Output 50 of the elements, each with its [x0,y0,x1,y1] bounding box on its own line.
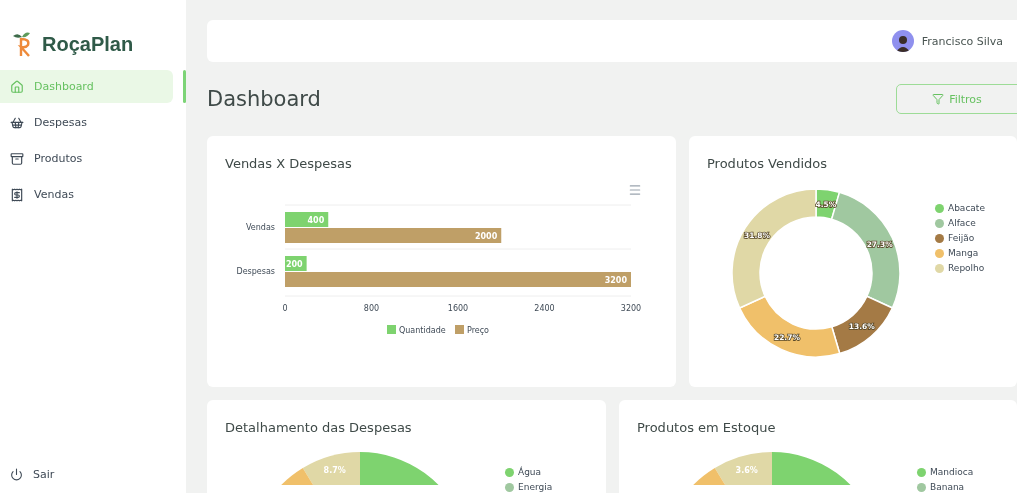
axis-label: Vendas [246,223,275,232]
archive-icon [10,151,24,166]
tick-label: 0 [282,304,288,313]
legend-label: Quantidade [399,326,446,335]
axis-label: Despesas [236,267,275,276]
tick-label: 2400 [534,304,555,313]
active-indicator [183,70,186,103]
bar: 200 [285,256,307,271]
legend-item[interactable]: Feijão [935,233,985,243]
receipt-icon [10,187,24,202]
bar: 3200 [285,272,631,287]
card-title: Produtos em Estoque [637,420,777,435]
tick-label: 800 [363,304,380,313]
card-title: Detalhamento das Despesas [225,420,413,435]
user-name: Francisco Silva [921,34,1003,48]
menu-icon[interactable] [629,185,641,195]
legend-item[interactable]: Repolho [935,263,985,273]
card-title: Vendas X Despesas [225,156,353,171]
data-label: 200 [285,260,304,269]
legend-item[interactable]: Abacate [935,203,985,213]
data-label: 400 [307,216,325,225]
page-title: Dashboard [207,87,321,111]
tick-label: 1600 [447,304,469,313]
legend-item[interactable]: Preço [455,325,489,335]
legend-item[interactable]: Mandioca [917,467,974,477]
avatar [891,30,914,52]
legend-item[interactable]: Água [505,467,553,477]
bar: 2000 [285,228,502,243]
legend-item[interactable]: Banana [917,482,974,492]
nav-item[interactable]: Vendas [0,178,173,211]
basket-icon [10,115,24,130]
legend-item[interactable]: Quantidade [387,325,446,335]
logout-link[interactable]: Sair [0,468,186,481]
card-title: Produtos Vendidos [707,156,829,171]
logo-text: RoçaPlan [42,32,134,56]
data-label: 2000 [474,232,498,241]
legend-item[interactable]: Manga [935,248,985,258]
legend-label: Preço [467,326,490,335]
nav-item[interactable]: Produtos [0,142,173,175]
tick-label: 3200 [620,304,642,313]
power-icon [10,468,23,481]
filter-icon [932,93,945,105]
legend-item[interactable]: Energia [505,482,553,492]
slice-label: 8.7% [323,466,346,476]
house-icon [10,79,24,94]
nav-item[interactable]: Despesas [0,106,173,139]
legend-item[interactable]: Alface [935,218,985,228]
data-label: 3200 [604,276,628,285]
slice-label: 3.6% [735,466,758,476]
bar: 400 [285,212,329,227]
